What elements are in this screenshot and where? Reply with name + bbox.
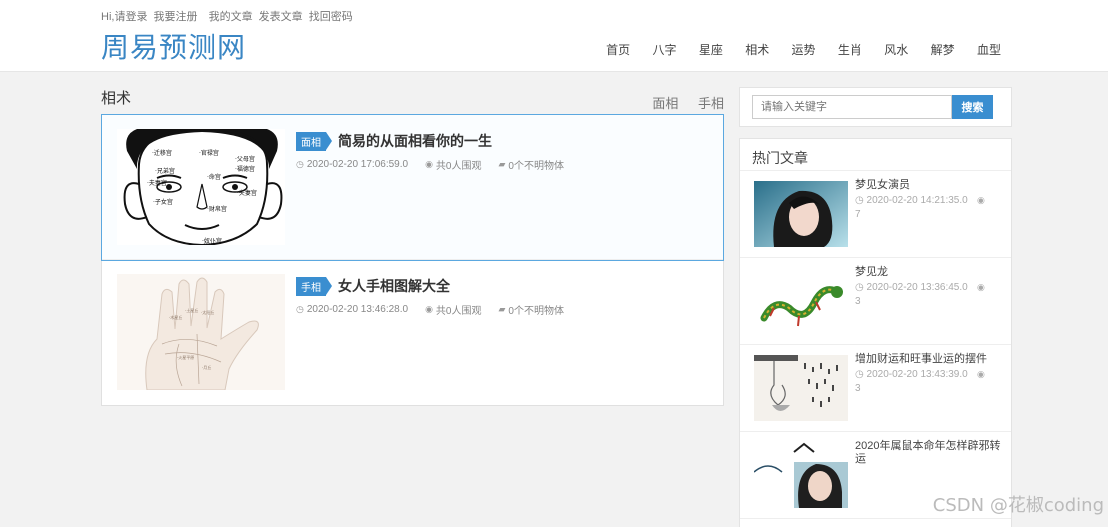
site-logo[interactable]: 周易预测网 [101, 26, 246, 66]
svg-text:·土星丘: ·土星丘 [185, 307, 198, 313]
hot-article-date: 2020-02-20 13:36:45.0 [866, 282, 968, 293]
svg-text:·命宫: ·命宫 [207, 173, 221, 181]
nav-item-physiognomy[interactable]: 相术 [745, 43, 769, 57]
search-button[interactable]: 搜索 [952, 95, 993, 119]
login-link[interactable]: Hi,请登录 [101, 11, 147, 23]
article-comments: 0个不明物体 [508, 161, 564, 172]
register-link[interactable]: 我要注册 [154, 11, 198, 23]
article-views: 共0人围观 [435, 306, 482, 317]
category-title: 相术 [101, 90, 132, 107]
hot-article-title[interactable]: 梦见龙 [855, 266, 1005, 279]
search-box: 搜索 [739, 87, 1012, 127]
hot-articles-title: 热门文章 [752, 150, 808, 166]
hot-article-views: 3 [855, 296, 861, 307]
hot-articles-panel: 热门文章 梦见女演员 ◷ 2020-02-20 14:21:35.0 ◉ 7 梦… [739, 138, 1012, 527]
my-articles-link[interactable]: 我的文章 [209, 11, 253, 23]
eye-icon: ◉ [425, 304, 433, 314]
article-views: 共0人围观 [435, 161, 482, 172]
nav-item-constellation[interactable]: 星座 [699, 43, 723, 57]
nav-item-dream[interactable]: 解梦 [931, 43, 955, 57]
comment-icon: ▰ [498, 304, 506, 314]
tab-face[interactable]: 面相 [652, 96, 678, 111]
hot-article-title[interactable]: 增加财运和旺事业运的摆件 [855, 353, 1005, 366]
article-date: 2020-02-20 17:06:59.0 [306, 159, 409, 170]
svg-text:·木星丘: ·木星丘 [169, 314, 182, 320]
list-item[interactable]: 增加财运和旺事业运的摆件 ◷ 2020-02-20 13:43:39.0 ◉ 3 [740, 345, 1011, 432]
nav-item-zodiac[interactable]: 生肖 [838, 43, 862, 57]
svg-text:·兄弟宫: ·兄弟宫 [155, 167, 175, 175]
top-links: Hi,请登录 我要注册 我的文章 发表文章 找回密码 [101, 8, 361, 24]
post-article-link[interactable]: 发表文章 [259, 11, 303, 23]
nav-item-home[interactable]: 首页 [606, 43, 630, 57]
comment-icon: ▰ [498, 159, 506, 169]
face-map-image[interactable]: ·迁移宫 ·官禄宫 ·父母宫 ·福德宫 ·兄弟宫 ·命宫 ·夫妻宫 ·夫妻宫 ·… [117, 129, 285, 245]
clock-icon: ◷ [296, 304, 304, 314]
hot-article-image[interactable] [754, 268, 848, 334]
tab-palm[interactable]: 手相 [698, 96, 724, 111]
nav-item-bazi[interactable]: 八字 [652, 43, 676, 57]
hot-article-views: 3 [855, 383, 861, 394]
article-comments: 0个不明物体 [508, 306, 564, 317]
nav-item-fengshui[interactable]: 风水 [884, 43, 908, 57]
hot-article-date: 2020-02-20 13:43:39.0 [866, 369, 968, 380]
nav-item-bloodtype[interactable]: 血型 [977, 43, 1001, 57]
article-title[interactable]: 女人手相图解大全 [338, 276, 450, 296]
article-meta: ◷ 2020-02-20 17:06:59.0 ◉ 共0人围观 ▰ 0个不明物体 [296, 157, 581, 172]
svg-text:·火星平原: ·火星平原 [177, 354, 194, 360]
watermark: CSDN @花椒coding [932, 495, 1104, 516]
hot-article-image[interactable] [754, 181, 848, 247]
svg-text:·月丘: ·月丘 [202, 364, 211, 370]
list-item[interactable]: 梦见女演员 ◷ 2020-02-20 14:21:35.0 ◉ 7 [740, 171, 1011, 258]
article-date: 2020-02-20 13:46:28.0 [306, 304, 409, 315]
list-item[interactable]: ·迁移宫 ·官禄宫 ·父母宫 ·福德宫 ·兄弟宫 ·命宫 ·夫妻宫 ·夫妻宫 ·… [101, 114, 724, 261]
svg-text:·财帛宫: ·财帛宫 [207, 205, 227, 213]
hot-article-views: 7 [855, 209, 861, 220]
clock-icon: ◷ [296, 159, 304, 169]
hot-article-image[interactable] [754, 355, 848, 421]
hot-article-image[interactable] [754, 442, 848, 508]
list-item[interactable]: 梦见龙 ◷ 2020-02-20 13:36:45.0 ◉ 3 [740, 258, 1011, 345]
clock-icon: ◷ [855, 282, 867, 293]
svg-text:·迁移宫: ·迁移宫 [152, 149, 172, 157]
eye-icon: ◉ [977, 282, 985, 292]
hot-article-title[interactable]: 梦见女演员 [855, 179, 1005, 192]
hot-article-date: 2020-02-20 14:21:35.0 [866, 195, 968, 206]
article-meta: ◷ 2020-02-20 13:46:28.0 ◉ 共0人围观 ▰ 0个不明物体 [296, 302, 581, 317]
main-nav: 首页 八字 星座 相术 运势 生肖 风水 解梦 血型 [587, 41, 1001, 58]
svg-text:·太阳丘: ·太阳丘 [201, 309, 214, 315]
svg-text:·官禄宫: ·官禄宫 [199, 149, 219, 157]
clock-icon: ◷ [855, 369, 867, 380]
article-list: ·迁移宫 ·官禄宫 ·父母宫 ·福德宫 ·兄弟宫 ·命宫 ·夫妻宫 ·夫妻宫 ·… [101, 114, 724, 406]
svg-text:·父母宫: ·父母宫 [235, 155, 255, 163]
article-tag[interactable]: 面相 [296, 131, 332, 151]
article-tag[interactable]: 手相 [296, 276, 332, 296]
palm-map-image[interactable]: ·木星丘 ·土星丘 ·太阳丘 ·火星平原 ·月丘 [117, 274, 285, 390]
list-item[interactable]: ·木星丘 ·土星丘 ·太阳丘 ·火星平原 ·月丘 手相 女人手相图解大全 ◷ 20… [102, 260, 723, 405]
recover-password-link[interactable]: 找回密码 [309, 11, 353, 23]
svg-text:·夫妻宫: ·夫妻宫 [147, 179, 167, 187]
svg-text:·奴仆宫: ·奴仆宫 [202, 237, 222, 245]
eye-icon: ◉ [977, 369, 985, 379]
svg-text:·福德宫: ·福德宫 [235, 165, 255, 173]
svg-text:·子女宫: ·子女宫 [153, 198, 173, 206]
article-title[interactable]: 简易的从面相看你的一生 [338, 131, 492, 151]
category-tabs: 面相 手相 [636, 93, 724, 112]
site-header: Hi,请登录 我要注册 我的文章 发表文章 找回密码 周易预测网 首页 八字 星… [0, 0, 1108, 72]
search-input[interactable] [752, 95, 952, 119]
eye-icon: ◉ [425, 159, 433, 169]
hot-article-title[interactable]: 2020年属鼠本命年怎样辟邪转运 [855, 440, 1005, 466]
nav-item-fortune[interactable]: 运势 [792, 43, 816, 57]
svg-text:·夫妻宫: ·夫妻宫 [237, 189, 257, 197]
eye-icon: ◉ [977, 195, 985, 205]
clock-icon: ◷ [855, 195, 867, 206]
